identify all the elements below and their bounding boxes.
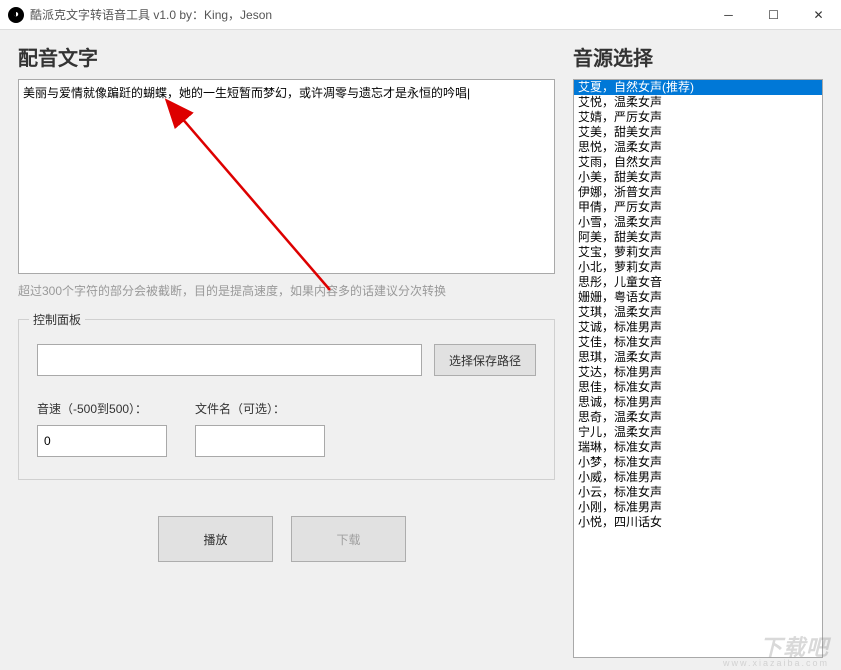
left-panel: 配音文字 超过300个字符的部分会被截断，目的是提高速度，如果内容多的话建议分次… xyxy=(18,42,555,658)
voice-item[interactable]: 小梦，标准女声 xyxy=(574,455,822,470)
control-panel: 控制面板 选择保存路径 音速（-500到500）： 文件名（可选）： xyxy=(18,319,555,480)
titlebar: ◑ 酷派克文字转语音工具 v1.0 by：King，Jeson ─ ☐ ✕ xyxy=(0,0,841,30)
voice-item[interactable]: 小云，标准女声 xyxy=(574,485,822,500)
voice-item[interactable]: 思琪，温柔女声 xyxy=(574,350,822,365)
voice-item[interactable]: 艾美，甜美女声 xyxy=(574,125,822,140)
voice-item[interactable]: 思佳，标准女声 xyxy=(574,380,822,395)
window-controls: ─ ☐ ✕ xyxy=(706,0,841,30)
voice-item[interactable]: 艾宝，萝莉女声 xyxy=(574,245,822,260)
minimize-button[interactable]: ─ xyxy=(706,0,751,30)
speed-label: 音速（-500到500）： xyxy=(37,400,167,417)
voice-item[interactable]: 宁儿，温柔女声 xyxy=(574,425,822,440)
choose-path-button[interactable]: 选择保存路径 xyxy=(434,344,536,376)
filename-input[interactable] xyxy=(195,425,325,457)
speed-input[interactable] xyxy=(37,425,167,457)
dub-text-title: 配音文字 xyxy=(18,42,555,71)
voice-item[interactable]: 艾雨，自然女声 xyxy=(574,155,822,170)
voice-item[interactable]: 姗姗，粤语女声 xyxy=(574,290,822,305)
voice-item[interactable]: 艾诚，标准男声 xyxy=(574,320,822,335)
voice-item[interactable]: 伊娜，浙普女声 xyxy=(574,185,822,200)
save-path-input[interactable] xyxy=(37,344,422,376)
voice-item[interactable]: 艾达，标准男声 xyxy=(574,365,822,380)
voice-item[interactable]: 小悦，四川话女 xyxy=(574,515,822,530)
voice-item[interactable]: 艾琪，温柔女声 xyxy=(574,305,822,320)
voice-item[interactable]: 思彤，儿童女音 xyxy=(574,275,822,290)
download-button[interactable]: 下载 xyxy=(291,516,406,562)
filename-label: 文件名（可选）： xyxy=(195,400,325,417)
close-button[interactable]: ✕ xyxy=(796,0,841,30)
voice-list[interactable]: 艾夏，自然女声(推荐)艾悦，温柔女声艾婧，严厉女声艾美，甜美女声思悦，温柔女声艾… xyxy=(573,79,823,658)
voice-item[interactable]: 瑞琳，标准女声 xyxy=(574,440,822,455)
voice-item[interactable]: 阿美，甜美女声 xyxy=(574,230,822,245)
voice-item[interactable]: 艾婧，严厉女声 xyxy=(574,110,822,125)
voice-item[interactable]: 甲倩，严厉女声 xyxy=(574,200,822,215)
voice-source-title: 音源选择 xyxy=(573,42,823,71)
control-panel-title: 控制面板 xyxy=(29,311,85,328)
voice-item[interactable]: 小雪，温柔女声 xyxy=(574,215,822,230)
dub-text-input[interactable] xyxy=(18,79,555,274)
play-button[interactable]: 播放 xyxy=(158,516,273,562)
voice-item[interactable]: 思悦，温柔女声 xyxy=(574,140,822,155)
voice-item[interactable]: 思诚，标准男声 xyxy=(574,395,822,410)
voice-item[interactable]: 小刚，标准男声 xyxy=(574,500,822,515)
right-panel: 音源选择 艾夏，自然女声(推荐)艾悦，温柔女声艾婧，严厉女声艾美，甜美女声思悦，… xyxy=(573,42,823,658)
voice-item[interactable]: 小美，甜美女声 xyxy=(574,170,822,185)
voice-item[interactable]: 小威，标准男声 xyxy=(574,470,822,485)
main-content: 配音文字 超过300个字符的部分会被截断，目的是提高速度，如果内容多的话建议分次… xyxy=(0,30,841,670)
voice-item[interactable]: 艾夏，自然女声(推荐) xyxy=(574,80,822,95)
hint-text: 超过300个字符的部分会被截断，目的是提高速度，如果内容多的话建议分次转换 xyxy=(18,282,555,299)
voice-item[interactable]: 小北，萝莉女声 xyxy=(574,260,822,275)
voice-item[interactable]: 艾悦，温柔女声 xyxy=(574,95,822,110)
window-title: 酷派克文字转语音工具 v1.0 by：King，Jeson xyxy=(30,6,272,23)
voice-item[interactable]: 思奇，温柔女声 xyxy=(574,410,822,425)
app-icon: ◑ xyxy=(8,7,24,23)
voice-item[interactable]: 艾佳，标准女声 xyxy=(574,335,822,350)
maximize-button[interactable]: ☐ xyxy=(751,0,796,30)
